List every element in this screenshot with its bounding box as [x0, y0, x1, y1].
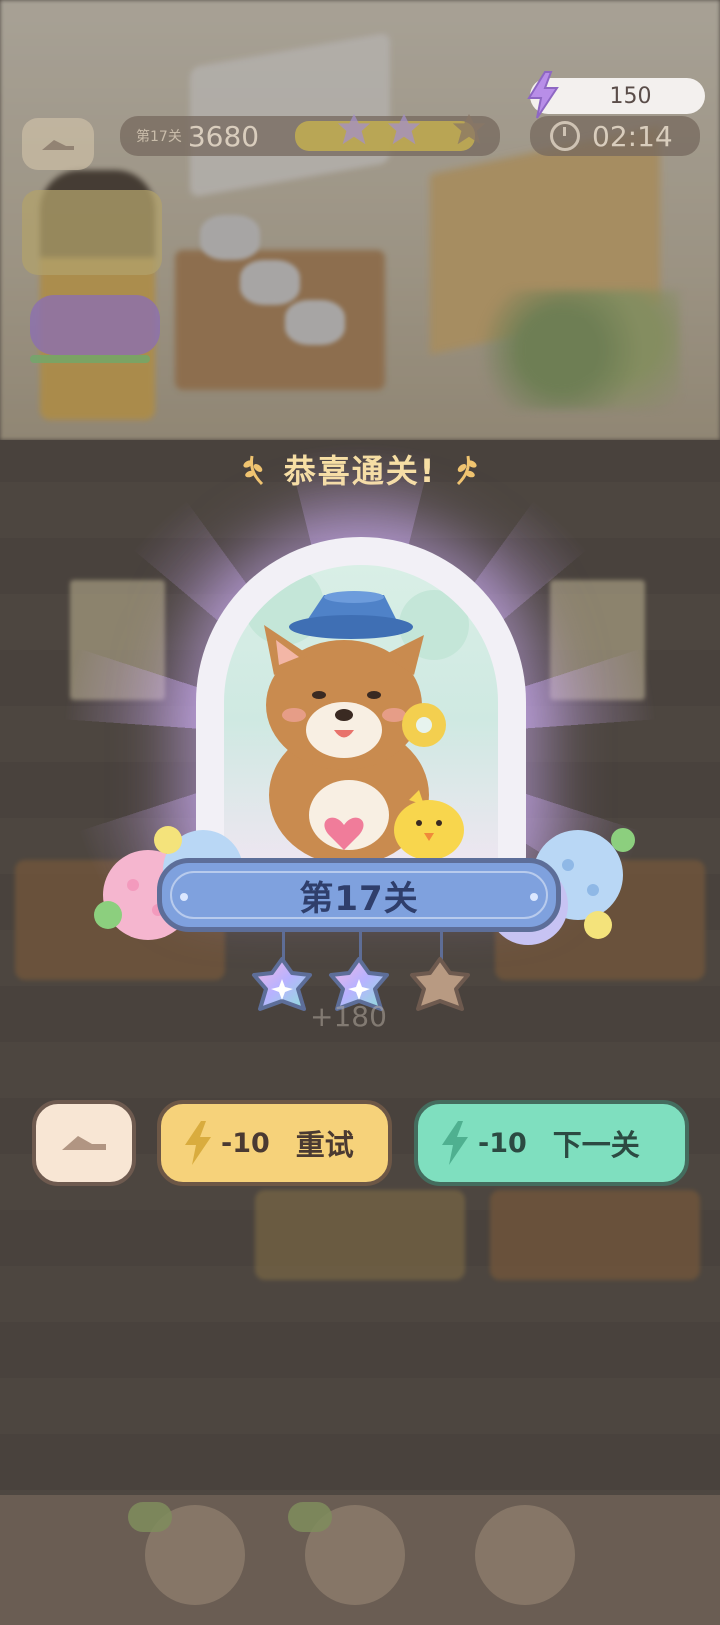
timer-value: 02:14 — [592, 119, 673, 153]
home-button[interactable] — [32, 1100, 136, 1186]
dock-level-item — [475, 1505, 575, 1605]
home-icon — [42, 140, 74, 150]
dock-badge — [128, 1502, 172, 1532]
side-progress — [30, 355, 150, 363]
progress-star-icon — [337, 113, 371, 145]
energy-bolt-icon — [442, 1121, 468, 1165]
banner-rivet — [530, 893, 538, 901]
timer: 02:14 — [530, 116, 700, 156]
side-event-badge — [22, 190, 162, 275]
retry-label: 重试 — [295, 1128, 354, 1162]
level-title: 第17关 — [299, 878, 419, 919]
level-banner: 第17关 — [157, 858, 561, 932]
energy-bolt-icon — [527, 71, 559, 119]
laurel-right-icon — [457, 455, 477, 486]
retry-button[interactable]: -10 重试 — [157, 1100, 392, 1186]
hud-level-label: 第17关 — [136, 129, 182, 145]
progress-star-icon — [387, 113, 421, 145]
reward-portrait — [224, 565, 498, 875]
star-empty-icon — [410, 957, 470, 1011]
laurel-left-icon — [243, 455, 263, 486]
banner-rivet — [180, 893, 188, 901]
bonus-score: +180 — [310, 1000, 387, 1033]
next-label: 下一关 — [552, 1128, 640, 1162]
home-icon-button — [22, 118, 94, 170]
home-icon — [62, 1136, 106, 1150]
dock-badge — [288, 1502, 332, 1532]
shiba-dog-illustration — [244, 565, 469, 865]
progress-star-icon — [452, 113, 486, 145]
side-purple-button — [30, 295, 160, 355]
retry-cost: -10 — [221, 1127, 270, 1159]
next-cost: -10 — [478, 1127, 527, 1159]
star-earned-icon — [252, 957, 312, 1011]
next-level-button[interactable]: -10 下一关 — [414, 1100, 689, 1186]
result-title: 恭喜通关! — [283, 452, 437, 490]
result-title-row: 恭喜通关! — [0, 446, 720, 492]
clock-icon — [550, 121, 580, 151]
energy-bolt-icon — [185, 1121, 211, 1165]
hud-score: 3680 — [187, 119, 260, 153]
energy-value: 150 — [609, 83, 652, 109]
level-progress-bar: 第17关 3680 — [120, 113, 500, 156]
